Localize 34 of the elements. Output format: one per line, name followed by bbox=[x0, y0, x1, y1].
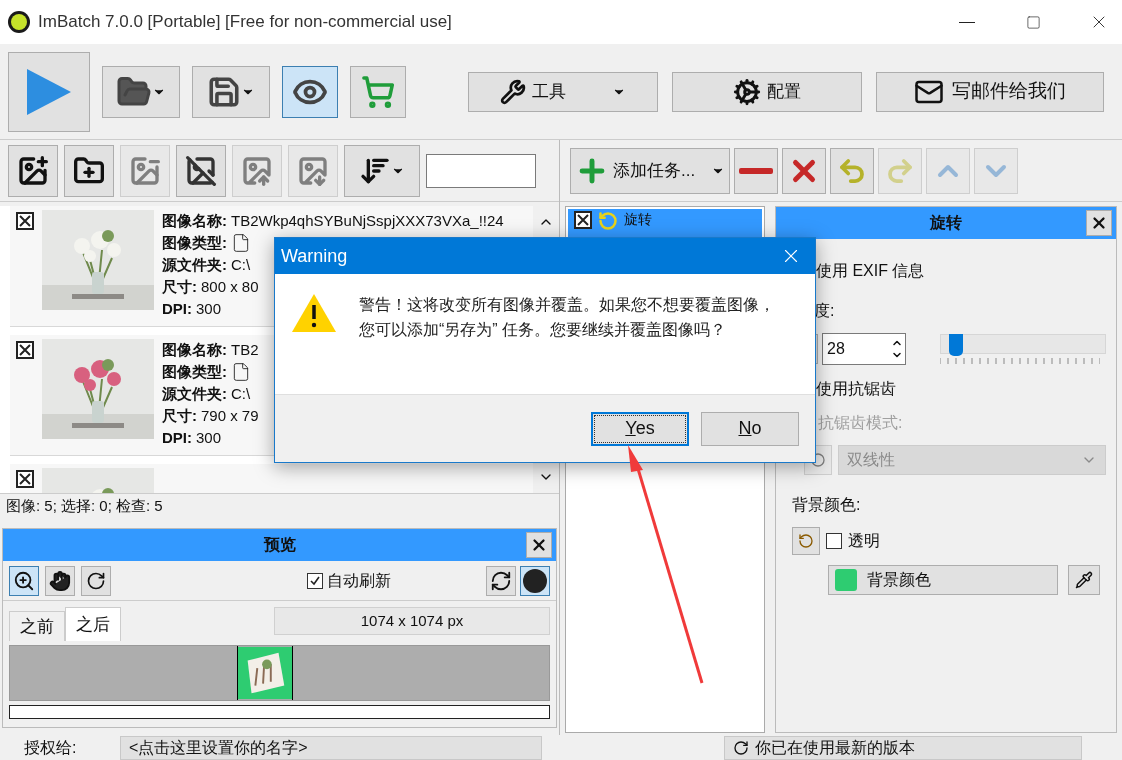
mode-label: 抗锯齿模式: bbox=[818, 413, 904, 433]
task-label: 旋转 bbox=[624, 211, 652, 227]
field-label: 图像类型: bbox=[162, 233, 227, 253]
license-label: 授权给: bbox=[24, 737, 78, 758]
update-text: 你已在使用最新的版本 bbox=[755, 737, 915, 758]
field-label: 尺寸: bbox=[162, 277, 197, 297]
image-size-label: 1074 x 1074 px bbox=[274, 607, 550, 635]
field-label: 源文件夹: bbox=[162, 384, 227, 404]
field-label: DPI: bbox=[162, 299, 192, 319]
window-title: ImBatch 7.0.0 [Portable] [Free for non-commercial use] bbox=[38, 11, 452, 34]
background-label: 背景颜色: bbox=[792, 495, 862, 515]
checkbox-label: 使用抗锯齿 bbox=[816, 379, 896, 399]
angle-label: 度: bbox=[814, 301, 836, 321]
field-label: 尺寸: bbox=[162, 406, 197, 426]
field-value: 790 x 79 bbox=[201, 406, 259, 426]
field-value: C:\ bbox=[231, 384, 251, 404]
field-label: 源文件夹: bbox=[162, 255, 227, 275]
dialog-title: Warning bbox=[281, 244, 348, 268]
field-value: 800 x 80 bbox=[201, 277, 259, 297]
field-value: TB2Wkp4qhSYBuNjSspjXXX73VXa_!!24 bbox=[231, 211, 504, 231]
panel-title: 预览 bbox=[263, 535, 296, 555]
field-label: 图像名称: bbox=[162, 340, 227, 360]
status-text: 图像: 5; 选择: 0; 检查: 5 bbox=[5, 495, 164, 516]
panel-title: 旋转 bbox=[930, 213, 962, 233]
field-value: 300 bbox=[196, 428, 222, 448]
field-value: TB2 bbox=[231, 340, 259, 360]
field-label: 图像名称: bbox=[162, 211, 227, 231]
field-value: 300 bbox=[196, 299, 222, 319]
field-label: DPI: bbox=[162, 428, 192, 448]
checkbox-label: 透明 bbox=[848, 531, 880, 551]
checkbox-label: 使用 EXIF 信息 bbox=[816, 261, 925, 281]
field-label: 图像类型: bbox=[162, 362, 227, 382]
field-value: C:\ bbox=[231, 255, 251, 275]
checkbox-label: 自动刷新 bbox=[327, 570, 391, 591]
